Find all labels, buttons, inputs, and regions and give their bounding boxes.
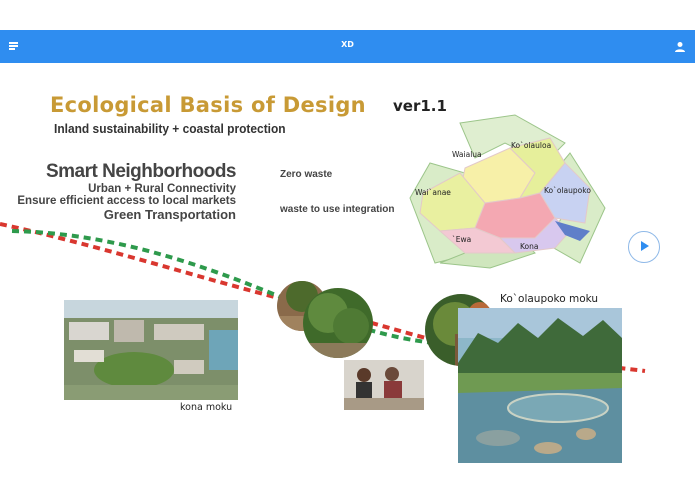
play-icon xyxy=(641,241,649,251)
slide-canvas: Ecological Basis of Design ver1.1 Inland… xyxy=(0,63,695,494)
oahu-moku-map: Waialua Ko`olauloa Wai`anae Ko`olaupoko … xyxy=(409,114,606,269)
koolaupoko-caption: Ko`olaupoko moku xyxy=(500,293,599,305)
community-people-photo xyxy=(344,360,424,410)
smart-line-2: Ensure efficient access to local markets xyxy=(17,195,236,207)
top-app-bar: XD xyxy=(0,30,695,63)
smart-heading: Smart Neighborhoods xyxy=(45,161,237,182)
play-button[interactable] xyxy=(628,231,660,263)
slide-subtitle: Inland sustainability + coastal protecti… xyxy=(54,121,286,136)
kona-caption: kona moku xyxy=(180,402,233,413)
map-label-koolaupoko: Ko`olaupoko xyxy=(544,186,591,195)
smart-neighborhoods-block: Smart Neighborhoods Urban + Rural Connec… xyxy=(17,161,236,222)
map-label-waialua: Waialua xyxy=(452,150,482,159)
smart-line-1: Urban + Rural Connectivity xyxy=(88,183,236,195)
koolaupoko-aerial-photo xyxy=(458,308,622,463)
user-icon[interactable] xyxy=(674,40,686,52)
map-label-kona: Kona xyxy=(520,242,538,251)
waste-integration-text: waste to use integration xyxy=(280,204,395,215)
slide-title: Ecological Basis of Design xyxy=(50,93,366,117)
zero-waste-text: Zero waste xyxy=(280,169,333,180)
smart-line-3: Green Transportation xyxy=(103,207,236,222)
map-label-koolauloa: Ko`olauloa xyxy=(511,141,551,150)
map-label-waianae: Wai`anae xyxy=(415,188,451,197)
app-title: XD xyxy=(341,40,354,49)
kona-aerial-photo xyxy=(64,300,238,400)
map-label-ewa: `Ewa xyxy=(452,235,471,244)
tree-canopy-photo xyxy=(303,288,373,358)
